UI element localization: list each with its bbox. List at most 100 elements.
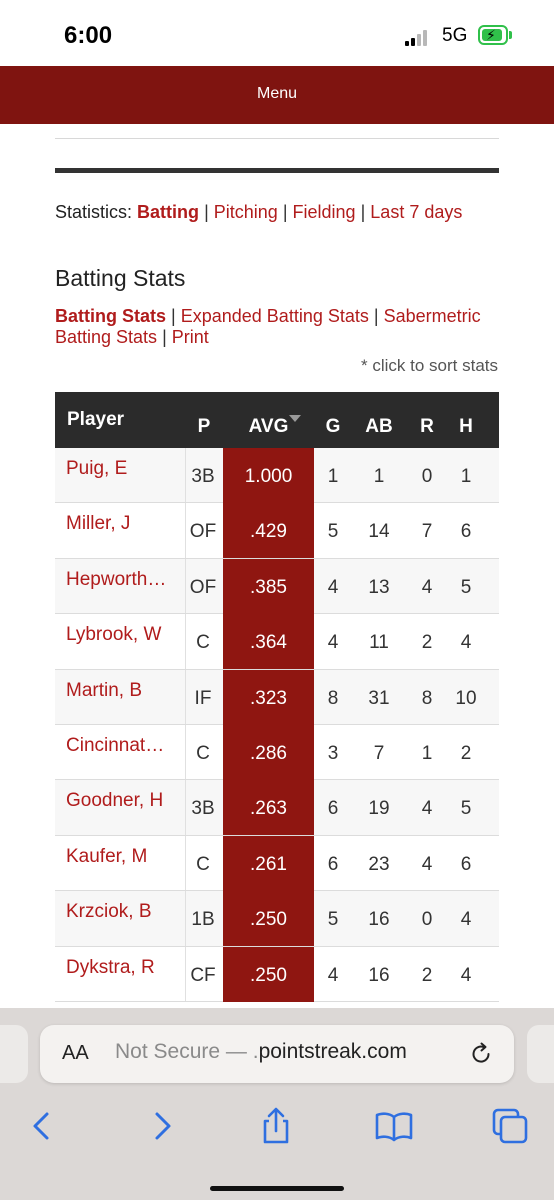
- prev-tab-preview[interactable]: [0, 1025, 28, 1083]
- divider-thin: [55, 138, 499, 139]
- hits-cell: 10: [455, 687, 477, 709]
- col-header-pos[interactable]: P: [189, 392, 219, 448]
- games-cell: 4: [327, 576, 339, 598]
- bookmarks-icon[interactable]: [374, 1106, 414, 1146]
- subnav-batting-stats[interactable]: Batting Stats: [55, 306, 166, 326]
- avg-cell: .429: [223, 503, 314, 559]
- status-time: 6:00: [64, 22, 113, 49]
- at-bats-cell: 16: [368, 964, 390, 986]
- forward-icon[interactable]: [142, 1106, 182, 1146]
- battery-tip: [509, 31, 512, 39]
- status-bar: 6:00 5G ⚡: [0, 0, 554, 66]
- col-header-h[interactable]: H: [453, 392, 479, 448]
- runs-cell: 2: [421, 632, 433, 654]
- games-cell: 6: [327, 853, 339, 875]
- runs-cell: 0: [421, 466, 433, 487]
- table-body: Puig, E 3B 1.000 1 1 0 1 Miller, J OF .429 5 14 7 6 He…: [55, 448, 499, 1002]
- page-title: Batting Stats: [55, 265, 186, 291]
- back-icon[interactable]: [22, 1106, 62, 1146]
- col-header-g[interactable]: G: [320, 392, 346, 448]
- col-header-avg-label: AVG: [248, 416, 289, 437]
- games-cell: 5: [327, 909, 339, 931]
- hits-cell: 4: [460, 909, 472, 931]
- signal-icon: [405, 30, 431, 46]
- next-tab-preview[interactable]: [527, 1025, 554, 1083]
- player-name-link[interactable]: Krzciok, B: [66, 891, 186, 946]
- position-cell: C: [196, 632, 210, 654]
- address-bar[interactable]: AA Not Secure — .pointstreak.com: [40, 1025, 514, 1083]
- hits-cell: 6: [460, 853, 472, 875]
- tabs-icon[interactable]: [490, 1106, 530, 1146]
- runs-cell: 1: [421, 742, 433, 764]
- table-header: Player P AVG G AB R H: [55, 392, 499, 448]
- player-name-link[interactable]: Miller, J: [66, 503, 186, 558]
- url-domain: pointstreak.com: [258, 1040, 407, 1063]
- at-bats-cell: 16: [368, 909, 390, 931]
- table-row: Miller, J OF .429 5 14 7 6: [55, 503, 499, 559]
- player-name-link[interactable]: Hepworth…: [66, 559, 186, 614]
- at-bats-cell: 11: [369, 632, 389, 654]
- hits-cell: 5: [460, 798, 472, 820]
- menu-label[interactable]: Menu: [0, 85, 554, 103]
- table-row: Lybrook, W C .364 4 11 2 4: [55, 614, 499, 670]
- url-prefix: Not Secure —: [115, 1040, 247, 1063]
- table-row: Krzciok, B 1B .250 5 16 0 4: [55, 891, 499, 947]
- position-cell: C: [196, 742, 210, 764]
- share-icon[interactable]: [256, 1106, 296, 1146]
- at-bats-cell: 13: [368, 576, 390, 598]
- runs-cell: 4: [421, 798, 433, 820]
- player-name-link[interactable]: Puig, E: [66, 448, 186, 503]
- separator: |: [162, 327, 167, 347]
- sort-note: * click to sort stats: [361, 356, 498, 375]
- reader-options-button[interactable]: AA: [62, 1042, 89, 1065]
- separator: |: [171, 306, 176, 326]
- col-header-avg[interactable]: AVG: [223, 392, 314, 448]
- reload-icon[interactable]: [468, 1041, 494, 1067]
- network-label: 5G: [442, 25, 468, 46]
- separator: |: [282, 202, 288, 222]
- col-header-ab[interactable]: AB: [364, 392, 394, 448]
- position-cell: 3B: [191, 466, 215, 487]
- col-header-r[interactable]: R: [415, 392, 439, 448]
- subnav-expanded[interactable]: Expanded Batting Stats: [181, 306, 369, 326]
- browser-chrome: AA Not Secure — .pointstreak.com: [0, 1008, 554, 1200]
- hits-cell: 1: [460, 466, 472, 487]
- player-name-link[interactable]: Lybrook, W: [66, 614, 186, 669]
- table-row: Dykstra, R CF .250 4 16 2 4: [55, 946, 499, 1002]
- player-name-link[interactable]: Dykstra, R: [66, 947, 186, 1002]
- stats-link-batting[interactable]: Batting: [137, 202, 199, 222]
- runs-cell: 4: [421, 853, 433, 875]
- player-name-link[interactable]: Cincinnat…: [66, 725, 186, 780]
- stats-link-pitching[interactable]: Pitching: [214, 202, 278, 222]
- runs-cell: 0: [421, 909, 433, 931]
- batting-subnav: Batting Stats | Expanded Batting Stats |…: [55, 306, 495, 348]
- separator: |: [360, 202, 366, 222]
- avg-cell: .250: [223, 891, 314, 947]
- browser-toolbar: [0, 1098, 554, 1158]
- position-cell: IF: [194, 687, 212, 709]
- player-name-link[interactable]: Martin, B: [66, 670, 186, 725]
- aa-label: AA: [62, 1042, 89, 1064]
- player-name-link[interactable]: Goodner, H: [66, 780, 186, 835]
- at-bats-cell: 31: [368, 687, 390, 709]
- stats-link-fielding[interactable]: Fielding: [293, 202, 356, 222]
- position-cell: C: [196, 853, 210, 875]
- at-bats-cell: 1: [373, 466, 385, 487]
- batting-stats-table: Player P AVG G AB R H Puig, E 3B 1.000 1 1 0 1…: [55, 392, 499, 1002]
- subnav-print[interactable]: Print: [172, 327, 209, 347]
- home-indicator: [210, 1186, 344, 1191]
- stats-link-last7[interactable]: Last 7 days: [370, 202, 462, 222]
- avg-cell: .364: [223, 614, 314, 670]
- hits-cell: 2: [460, 742, 472, 764]
- games-cell: 4: [327, 632, 339, 654]
- position-cell: OF: [189, 521, 217, 543]
- at-bats-cell: 19: [368, 798, 390, 820]
- player-name-link[interactable]: Kaufer, M: [66, 836, 186, 891]
- table-row: Cincinnat… C .286 3 7 1 2: [55, 724, 499, 781]
- url-text[interactable]: Not Secure — .pointstreak.com: [115, 1040, 407, 1064]
- games-cell: 1: [327, 466, 339, 487]
- menu-bar[interactable]: Menu: [0, 66, 554, 124]
- games-cell: 4: [327, 964, 339, 986]
- runs-cell: 7: [421, 521, 433, 543]
- col-header-player[interactable]: Player: [67, 392, 124, 448]
